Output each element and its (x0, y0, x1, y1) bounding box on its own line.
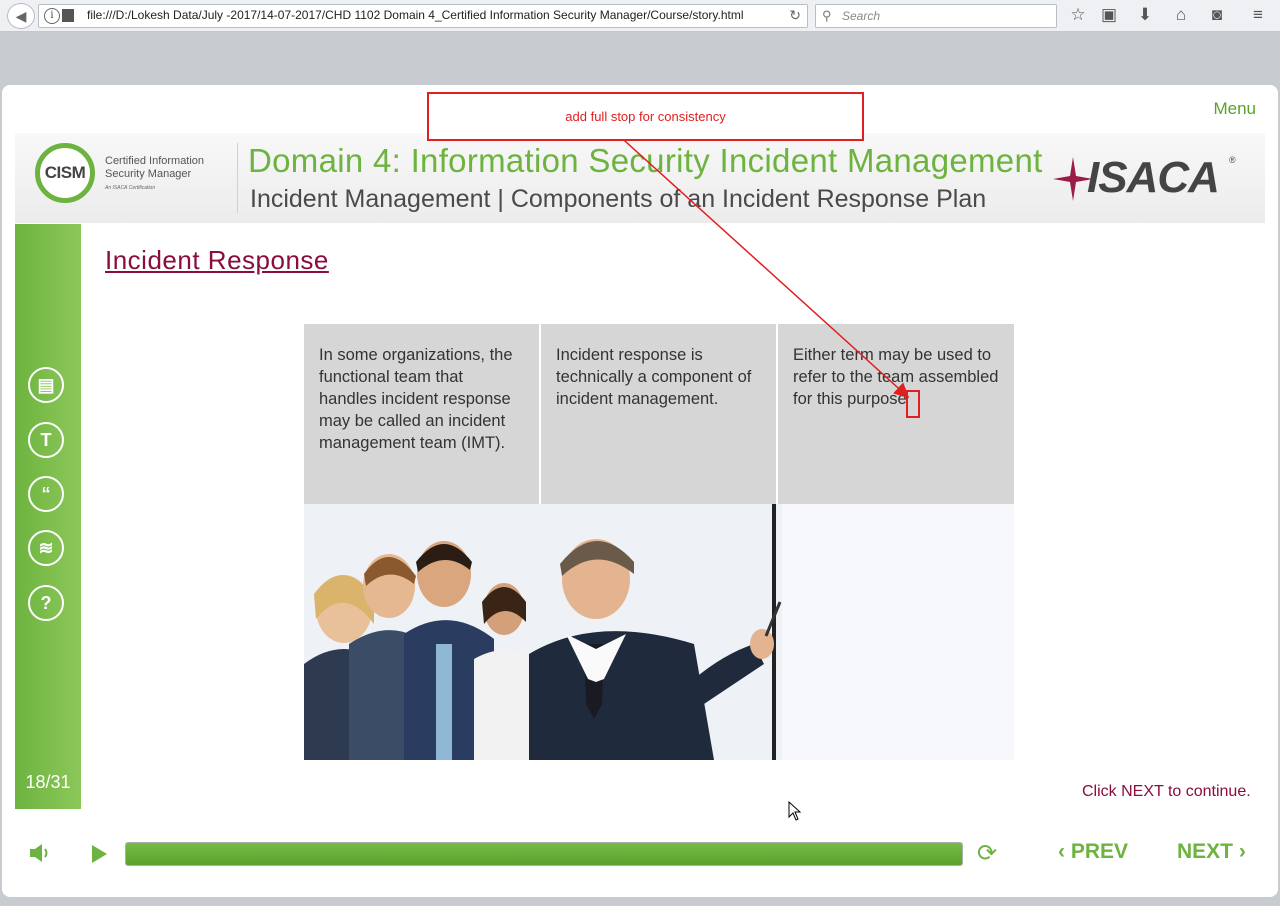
annotation-callout: add full stop for consistency (427, 92, 864, 141)
annotation-marker (906, 390, 920, 418)
annotation-text: add full stop for consistency (565, 109, 726, 124)
mouse-cursor-icon (788, 801, 802, 821)
